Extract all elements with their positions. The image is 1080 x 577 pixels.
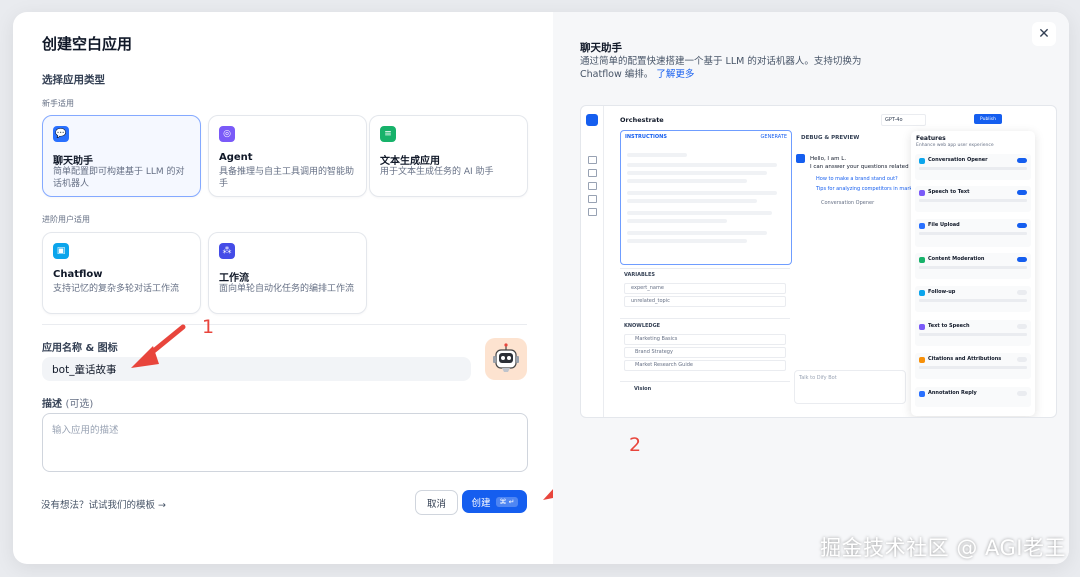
preview-nav-icon — [588, 156, 597, 164]
feature-item: Annotation Reply — [915, 387, 1031, 407]
preview-know-row: Brand Strategy — [624, 347, 786, 358]
annotation-label-1: 1 — [202, 316, 215, 338]
preview-orchestrate: Orchestrate — [620, 116, 664, 124]
preview-opener: Conversation Opener — [821, 200, 875, 206]
annotation-arrow-1 — [131, 324, 186, 368]
card-agent[interactable]: ◎ Agent 具备推理与自主工具调用的智能助手 — [208, 115, 367, 197]
chatflow-icon: ▣ — [53, 243, 69, 259]
preview-screenshot: Orchestrate GPT-4o Publish INSTRUCTIONS … — [580, 105, 1057, 418]
advanced-label: 进阶用户适用 — [42, 215, 90, 224]
feature-item: Text to Speech — [915, 320, 1031, 346]
preview-variables: VARIABLES expert_name unrelated_topic — [620, 268, 790, 321]
preview-desc-text: 通过简单的配置快速搭建一个基于 LLM 的对话机器人。支持切换为 Chatflo… — [580, 56, 862, 80]
close-icon: ✕ — [1038, 26, 1050, 42]
preview-vision: Vision — [620, 381, 790, 398]
watermark: 掘金技术社区 @ AGI老王 — [820, 536, 1066, 560]
close-button[interactable]: ✕ — [1032, 22, 1056, 46]
preview-generate: GENERATE — [760, 134, 787, 140]
preview-publish: Publish — [974, 114, 1002, 124]
preview-panel: ✕ 聊天助手 通过简单的配置快速搭建一个基于 LLM 的对话机器人。支持切换为 … — [553, 12, 1069, 564]
divider — [42, 324, 527, 325]
feature-item: Conversation Opener — [915, 154, 1031, 180]
create-button[interactable]: 创建 ⌘ ↵ — [462, 490, 527, 513]
card-title: 工作流 — [219, 273, 249, 284]
cancel-button[interactable]: 取消 — [415, 490, 458, 515]
preview-suggestion: How to make a brand stand out? — [816, 176, 898, 182]
card-title: 文本生成应用 — [380, 156, 440, 167]
description-textarea[interactable]: 输入应用的描述 — [42, 413, 528, 472]
card-desc: 支持记忆的复杂多轮对话工作流 — [53, 284, 180, 294]
app-name-value: bot_童话故事 — [52, 364, 117, 376]
chat-bot-icon: 💬 — [53, 126, 69, 142]
preview-chat-input: Talk to Dify Bot — [794, 370, 906, 404]
preview-know-row: Marketing Basics — [624, 334, 786, 345]
annotation-label-2: 2 — [629, 434, 642, 456]
feature-item: Speech to Text — [915, 186, 1031, 212]
feature-item: Content Moderation — [915, 253, 1031, 279]
preview-nav-icon — [588, 182, 597, 190]
card-chat-assistant[interactable]: 💬 聊天助手 简单配置即可构建基于 LLM 的对话机器人 — [42, 115, 201, 197]
preview-knowledge-label: KNOWLEDGE — [624, 323, 661, 329]
feature-item: Follow-up — [915, 286, 1031, 312]
app-icon-picker[interactable] — [485, 338, 527, 380]
card-desc: 具备推理与自主工具调用的智能助手 — [219, 167, 355, 189]
preview-model-select: GPT-4o — [881, 114, 926, 126]
preview-sidebar — [581, 106, 604, 417]
preview-vision-label: Vision — [634, 386, 652, 392]
preview-title: 聊天助手 — [580, 42, 622, 54]
app-type-heading: 选择应用类型 — [42, 74, 105, 86]
description-placeholder: 输入应用的描述 — [52, 425, 119, 436]
preview-var-row: expert_name — [624, 283, 786, 294]
card-desc: 用于文本生成任务的 AI 助手 — [380, 167, 494, 177]
preview-nav-icon — [588, 208, 597, 216]
feature-item: Citations and Attributions — [915, 353, 1031, 379]
preview-suggestion: Tips for analyzing competitors in market — [816, 186, 918, 192]
workflow-icon: ⁂ — [219, 243, 235, 259]
beginner-label: 新手适用 — [42, 99, 74, 108]
preview-instructions: INSTRUCTIONS GENERATE — [620, 130, 792, 265]
dialog-title: 创建空白应用 — [42, 35, 133, 53]
card-title: 聊天助手 — [53, 156, 93, 167]
preview-features-panel: Features Enhance web app user experience… — [911, 131, 1035, 416]
card-chatflow[interactable]: ▣ Chatflow 支持记忆的复杂多轮对话工作流 — [42, 232, 201, 314]
learn-more-link[interactable]: 了解更多 — [656, 69, 694, 80]
name-icon-label: 应用名称 & 图标 — [42, 343, 118, 354]
preview-chat-placeholder: Talk to Dify Bot — [799, 375, 837, 381]
agent-icon: ◎ — [219, 126, 235, 142]
shortcut-hint: ⌘ ↵ — [496, 496, 518, 507]
card-desc: 简单配置即可构建基于 LLM 的对话机器人 — [53, 167, 185, 189]
card-title: Chatflow — [53, 269, 103, 280]
preview-description: 通过简单的配置快速搭建一个基于 LLM 的对话机器人。支持切换为 Chatflo… — [580, 55, 870, 81]
features-title: Features — [916, 135, 946, 142]
preview-variables-label: VARIABLES — [624, 272, 655, 278]
feature-item: File Upload — [915, 219, 1031, 247]
preview-bot-avatar — [796, 154, 805, 163]
description-label: 描述 (可选) — [42, 395, 93, 410]
create-app-dialog: 创建空白应用 选择应用类型 新手适用 💬 聊天助手 简单配置即可构建基于 LLM… — [13, 12, 1069, 564]
text-generator-icon: ≡ — [380, 126, 396, 142]
create-label: 创建 — [471, 497, 491, 509]
preview-var-row: unrelated_topic — [624, 296, 786, 307]
features-subtitle: Enhance web app user experience — [916, 143, 994, 148]
preview-nav-icon — [588, 169, 597, 177]
preview-logo-icon — [586, 114, 598, 126]
card-text-generator[interactable]: ≡ 文本生成应用 用于文本生成任务的 AI 助手 — [369, 115, 528, 197]
preview-knowledge: KNOWLEDGE Marketing Basics Brand Strateg… — [620, 318, 790, 379]
preview-nav-icon — [588, 195, 597, 203]
card-desc: 面向单轮自动化任务的编排工作流 — [219, 284, 355, 294]
preview-instructions-label: INSTRUCTIONS — [625, 134, 667, 140]
card-title: Agent — [219, 152, 253, 163]
preview-know-row: Market Research Guide — [624, 360, 786, 371]
card-workflow[interactable]: ⁂ 工作流 面向单轮自动化任务的编排工作流 — [208, 232, 367, 314]
optional-tag: (可选) — [65, 399, 94, 410]
create-form-panel: 创建空白应用 选择应用类型 新手适用 💬 聊天助手 简单配置即可构建基于 LLM… — [13, 12, 610, 564]
preview-debug-label: DEBUG & PREVIEW — [801, 135, 860, 141]
robot-icon — [493, 343, 519, 372]
description-label-text: 描述 — [42, 399, 62, 410]
template-link[interactable]: 没有想法？试试我们的模板 → — [41, 497, 166, 511]
preview-greeting2: I can answer your questions related — [810, 164, 909, 170]
preview-greeting: Hello, I am L. — [810, 156, 847, 162]
app-name-input[interactable]: bot_童话故事 — [42, 357, 471, 381]
